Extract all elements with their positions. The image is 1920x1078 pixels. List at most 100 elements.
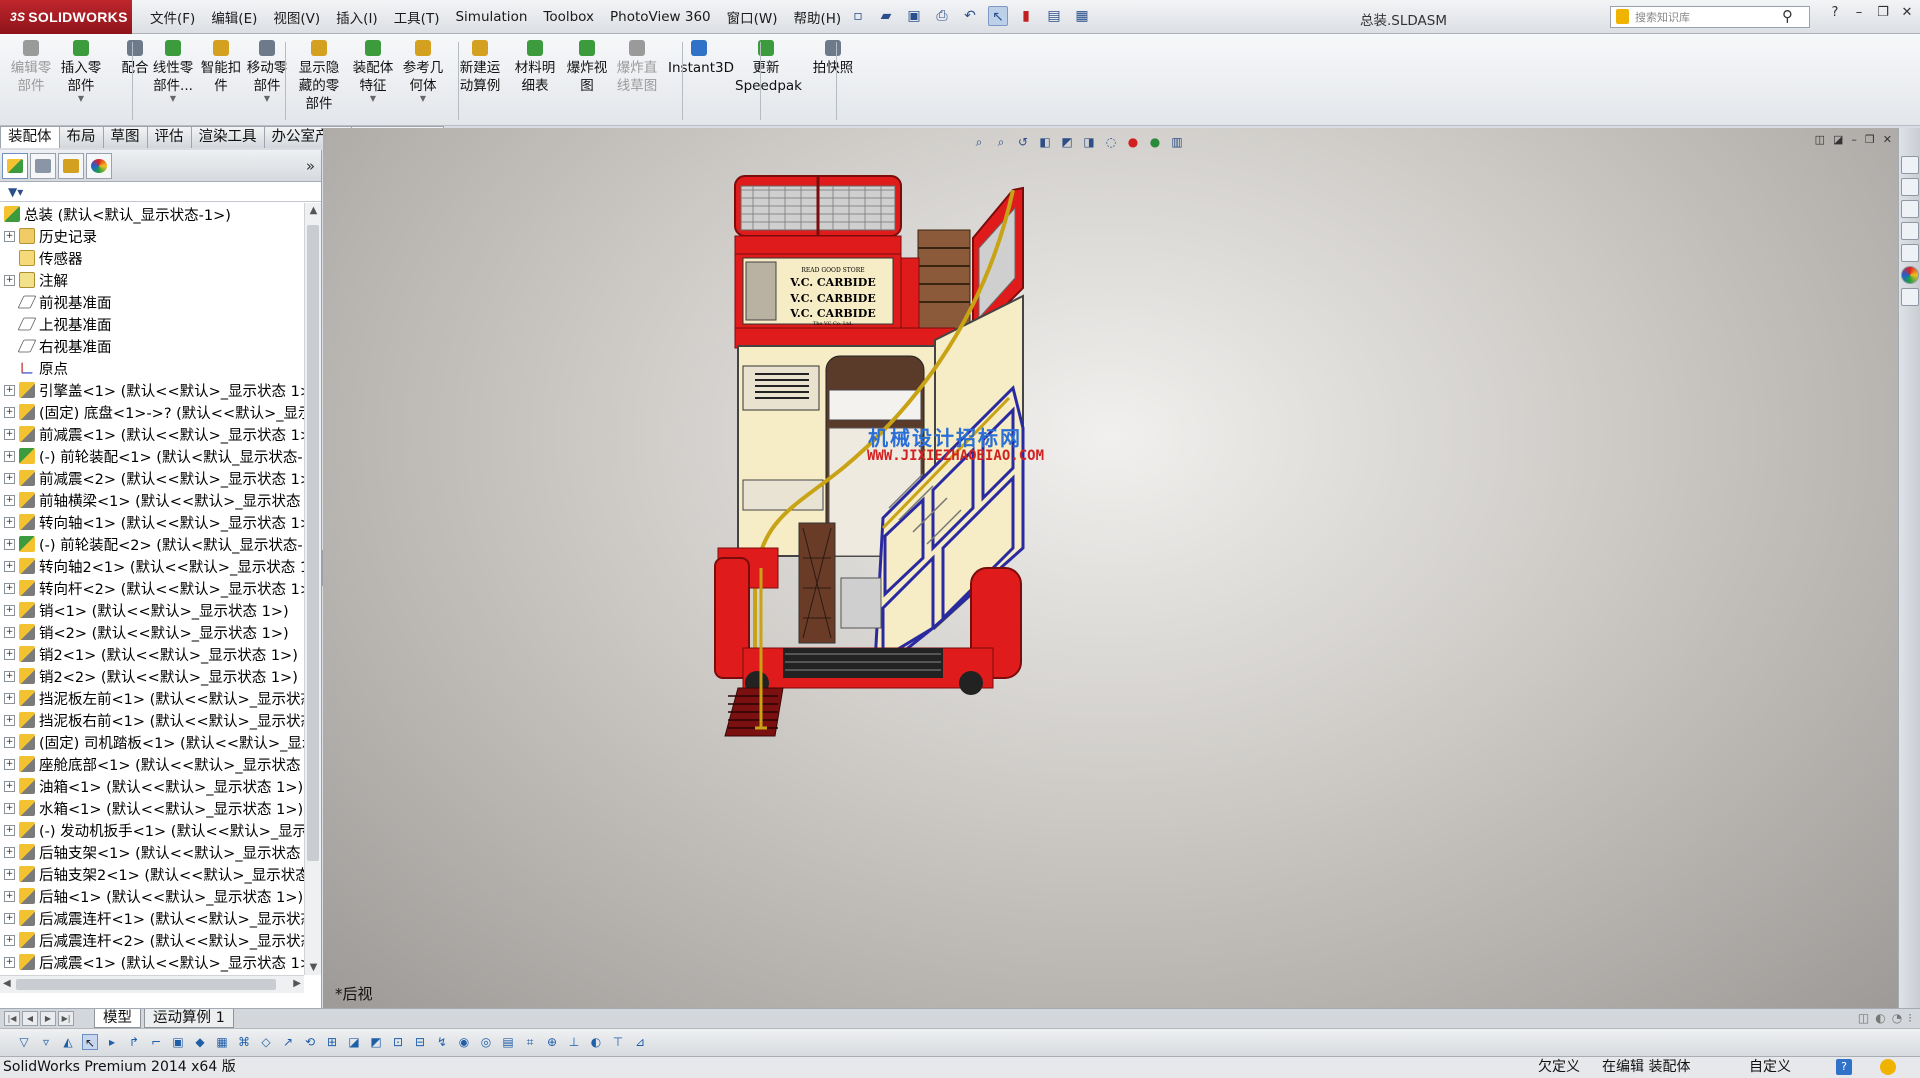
chevron-down-icon[interactable]: ▼ <box>398 95 448 103</box>
units-status[interactable]: 自定义 <box>1749 1057 1791 1078</box>
selection-filter-icon[interactable]: ⊕ <box>544 1034 560 1050</box>
select-icon[interactable]: ↖ <box>988 6 1008 26</box>
selection-filter-icon[interactable]: ◩ <box>368 1034 384 1050</box>
selection-filter-icon[interactable]: ◭ <box>60 1034 76 1050</box>
selection-filter-icon[interactable]: ◪ <box>346 1034 362 1050</box>
chevron-down-icon[interactable]: ▼ <box>56 95 106 103</box>
tree-item[interactable]: + 转向杆<2> (默认<<默认>_显示状态 1>) <box>0 577 304 599</box>
expand-icon[interactable]: + <box>4 912 15 924</box>
expand-icon[interactable]: + <box>4 736 15 748</box>
tree-item[interactable]: + 挡泥板右前<1> (默认<<默认>_显示状态 1>) <box>0 709 304 731</box>
reference-geometry-button[interactable]: 参考几 何体 ▼ <box>398 40 448 103</box>
tree-item[interactable]: + 前减震<2> (默认<<默认>_显示状态 1>) <box>0 467 304 489</box>
show-hidden-components-button[interactable]: 显示隐 藏的零 部件 <box>294 40 344 113</box>
select-pointer-icon[interactable]: ↖ <box>82 1034 98 1050</box>
instant3d-button[interactable]: Instant3D <box>668 40 734 77</box>
selection-filter-icon[interactable]: ▤ <box>500 1034 516 1050</box>
solidworks-resources-icon[interactable] <box>1901 156 1919 174</box>
search-icon[interactable]: ⚲ <box>1782 7 1793 25</box>
expand-icon[interactable]: + <box>4 824 15 836</box>
selection-filter-icon[interactable]: ⟲ <box>302 1034 318 1050</box>
feature-tree-hscroll[interactable]: ◀ ▶ <box>0 975 304 993</box>
scroll-down-icon[interactable]: ▼ <box>305 962 322 973</box>
configuration-manager-tab[interactable] <box>58 152 84 179</box>
new-icon[interactable]: ▫ <box>848 6 868 26</box>
expand-icon[interactable]: + <box>4 384 15 396</box>
undo-icon[interactable]: ↶ <box>960 6 980 26</box>
status-help-icon[interactable]: ? <box>1836 1059 1852 1075</box>
tree-filter[interactable]: ▼▾ <box>0 182 321 202</box>
search-input[interactable]: 搜索知识库 ⚲ <box>1610 6 1810 28</box>
property-manager-tab[interactable] <box>30 152 56 179</box>
expand-icon[interactable]: + <box>4 494 15 506</box>
tab-model[interactable]: 模型 <box>94 1009 141 1028</box>
tree-item[interactable]: + (-) 前轮装配<1> (默认<默认_显示状态-1>) <box>0 445 304 467</box>
command-tab[interactable]: 渲染工具 <box>190 126 265 148</box>
tree-item[interactable]: 原点 <box>0 357 304 379</box>
selection-filter-icon[interactable]: ⌐ <box>148 1034 164 1050</box>
update-speedpak-button[interactable]: 更新 Speedpak <box>735 40 802 95</box>
tree-item[interactable]: + 座舱底部<1> (默认<<默认>_显示状态 1>) <box>0 753 304 775</box>
selection-filter-icon[interactable]: ⌘ <box>236 1034 252 1050</box>
selection-filter-icon[interactable]: ⊡ <box>390 1034 406 1050</box>
tree-item[interactable]: + 前轴横梁<1> (默认<<默认>_显示状态 1>) <box>0 489 304 511</box>
tree-item[interactable]: + 历史记录 <box>0 225 304 247</box>
selection-filter-icon[interactable]: ▽ <box>16 1034 32 1050</box>
help-icon[interactable]: ? <box>1826 4 1844 22</box>
selection-filter-icon[interactable]: ◉ <box>456 1034 472 1050</box>
tree-item[interactable]: 传感器 <box>0 247 304 269</box>
tree-item[interactable]: + (-) 发动机扳手<1> (默认<<默认>_显示状态 1>) <box>0 819 304 841</box>
scroll-up-icon[interactable]: ▲ <box>305 205 322 216</box>
menu-item[interactable]: 工具(T) <box>386 7 448 27</box>
tree-item[interactable]: + 销2<1> (默认<<默认>_显示状态 1>) <box>0 643 304 665</box>
expand-icon[interactable]: + <box>4 780 15 792</box>
selection-filter-icon[interactable]: ▸ <box>104 1034 120 1050</box>
selection-filter-icon[interactable]: ▦ <box>214 1034 230 1050</box>
prev-tab-icon[interactable]: ◀ <box>22 1011 38 1026</box>
new-motion-study-button[interactable]: 新建运 动算例 <box>455 40 505 95</box>
menu-item[interactable]: Simulation <box>447 9 535 25</box>
options-icon[interactable]: ▦ <box>1072 6 1092 26</box>
scroll-left-icon[interactable]: ◀ <box>3 978 11 989</box>
expand-icon[interactable]: + <box>4 846 15 858</box>
rebuild-icon[interactable]: ▮ <box>1016 6 1036 26</box>
command-tab[interactable]: 布局 <box>58 126 104 148</box>
open-icon[interactable]: ▰ <box>876 6 896 26</box>
selection-filter-icon[interactable]: ↱ <box>126 1034 142 1050</box>
expand-icon[interactable]: + <box>4 604 15 616</box>
expand-icon[interactable]: + <box>4 648 15 660</box>
command-tab[interactable]: 草图 <box>102 126 148 148</box>
tab-motion-study[interactable]: 运动算例 1 <box>144 1009 234 1028</box>
expand-icon[interactable]: + <box>4 934 15 946</box>
last-tab-icon[interactable]: ▶| <box>58 1011 74 1026</box>
expand-icon[interactable]: + <box>4 406 15 418</box>
expand-icon[interactable]: + <box>4 670 15 682</box>
design-library-icon[interactable] <box>1901 200 1919 218</box>
take-snapshot-button[interactable]: 拍快照 <box>808 40 858 77</box>
exploded-view-button[interactable]: 爆炸视 图 <box>562 40 612 95</box>
tree-item[interactable]: + (固定) 司机踏板<1> (默认<<默认>_显示状态 1>) <box>0 731 304 753</box>
tree-item[interactable]: 前视基准面 <box>0 291 304 313</box>
menu-item[interactable]: PhotoView 360 <box>602 9 719 25</box>
menu-item[interactable]: 视图(V) <box>265 7 328 27</box>
expand-icon[interactable]: + <box>4 538 15 550</box>
selection-filter-icon[interactable]: ◇ <box>258 1034 274 1050</box>
expand-icon[interactable]: + <box>4 516 15 528</box>
expand-icon[interactable]: + <box>4 230 15 242</box>
save-icon[interactable]: ▣ <box>904 6 924 26</box>
tree-item[interactable]: + 后减震连杆<1> (默认<<默认>_显示状态 1>) <box>0 907 304 929</box>
tree-item[interactable]: + 销<2> (默认<<默认>_显示状态 1>) <box>0 621 304 643</box>
insert-components-button[interactable]: 插入零 部件 ▼ <box>56 40 106 103</box>
realview-icon[interactable]: ◐ <box>1875 1011 1885 1025</box>
tree-item[interactable]: + 销<1> (默认<<默认>_显示状态 1>) <box>0 599 304 621</box>
tree-item[interactable]: + 注解 <box>0 269 304 291</box>
expand-icon[interactable]: + <box>4 428 15 440</box>
selection-filter-icon[interactable]: ⊤ <box>610 1034 626 1050</box>
tree-item[interactable]: + 后减震<1> (默认<<默认>_显示状态 1>) <box>0 951 304 973</box>
filter-icon[interactable]: ▼▾ <box>8 185 23 199</box>
expand-icon[interactable]: + <box>4 890 15 902</box>
menu-item[interactable]: 编辑(E) <box>203 7 265 27</box>
hscroll-thumb[interactable] <box>16 979 276 990</box>
tree-item[interactable]: + 后轴支架2<1> (默认<<默认>_显示状态 1>) <box>0 863 304 885</box>
expand-icon[interactable]: + <box>4 802 15 814</box>
